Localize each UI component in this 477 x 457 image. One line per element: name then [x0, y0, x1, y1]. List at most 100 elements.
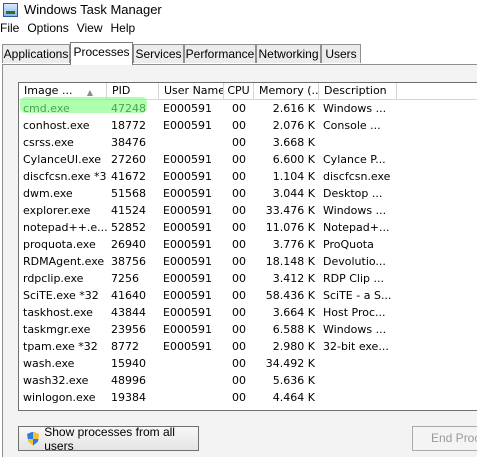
process-pid: 23956 — [111, 323, 146, 336]
menu-bar: File Options View Help — [0, 19, 477, 37]
process-user: E000591 — [163, 119, 212, 132]
process-description: 32-bit exe... — [323, 340, 389, 353]
process-pid: 52852 — [111, 221, 146, 234]
header-image-name[interactable]: Image ... ▲ — [19, 83, 107, 99]
table-row[interactable]: RDMAgent.exe 38756 E000591 00 18.148 K Devolu… — [19, 253, 477, 270]
process-description — [319, 389, 397, 406]
table-row[interactable]: rdpclip.exe 7256 E000591 00 3.412 K RDP Clip … — [19, 270, 477, 287]
table-row[interactable]: taskhost.exe 43844 E000591 00 3.664 K Host Pr… — [19, 304, 477, 321]
menu-help[interactable]: Help — [111, 21, 144, 35]
table-row[interactable]: notepad++.e... 52852 E000591 00 11.076 K Note… — [19, 219, 477, 236]
process-name: wash32.exe — [23, 374, 89, 387]
title-bar: Windows Task Manager — [0, 0, 477, 19]
table-row[interactable]: conhost.exe 18772 E000591 00 2.076 K Console … — [19, 117, 477, 134]
process-memory: 4.464 K — [272, 391, 315, 404]
process-user: E000591 — [163, 289, 212, 302]
process-pid: 41524 — [111, 204, 146, 217]
process-memory: 58.436 K — [265, 289, 315, 302]
process-description — [319, 372, 397, 389]
table-row[interactable]: SciTE.exe *32 41640 E000591 00 58.436 K SciTE… — [19, 287, 477, 304]
process-pid: 41640 — [111, 289, 146, 302]
process-user — [159, 134, 224, 151]
process-name: taskhost.exe — [23, 306, 93, 319]
header-memory[interactable]: Memory (... — [254, 83, 319, 99]
tab-networking[interactable]: Networking — [256, 44, 321, 63]
process-memory: 5.636 K — [272, 374, 315, 387]
header-description[interactable]: Description — [319, 83, 397, 99]
process-user: E000591 — [163, 187, 212, 200]
tab-processes[interactable]: Processes — [70, 42, 133, 65]
table-row[interactable]: dwm.exe 51568 E000591 00 3.044 K Desktop ... — [19, 185, 477, 202]
menu-view[interactable]: View — [77, 21, 111, 35]
process-pid: 27260 — [111, 153, 146, 166]
process-cpu: 00 — [232, 238, 246, 251]
process-pid: 47248 — [111, 102, 146, 115]
process-pid: 41672 — [111, 170, 146, 183]
process-name: wash.exe — [23, 357, 75, 370]
process-cpu: 00 — [232, 391, 246, 404]
table-row[interactable]: winlogon.exe 19384 00 4.464 K — [19, 389, 477, 406]
process-description: Cylance P... — [323, 153, 386, 166]
process-user: E000591 — [163, 255, 212, 268]
tab-applications[interactable]: Applications — [2, 44, 70, 63]
process-name: winlogon.exe — [23, 391, 96, 404]
header-pid[interactable]: PID — [107, 83, 159, 99]
table-row[interactable]: cmd.exe 47248 E000591 00 2.616 K Windows ... — [19, 100, 477, 117]
process-description: Host Proc... — [323, 306, 386, 319]
process-list[interactable]: Image ... ▲ PID User Name CPU Memory (..… — [18, 82, 477, 411]
process-description — [319, 134, 397, 151]
table-row[interactable]: tpam.exe *32 8772 E000591 00 2.980 K 32-bit e… — [19, 338, 477, 355]
menu-options[interactable]: Options — [27, 21, 76, 35]
table-row[interactable]: explorer.exe 41524 E000591 00 33.476 K Window… — [19, 202, 477, 219]
process-description: RDP Clip ... — [323, 272, 385, 285]
process-rows: cmd.exe 47248 E000591 00 2.616 K Windows ... … — [19, 100, 477, 406]
sort-up-icon: ▲ — [86, 88, 93, 97]
header-image-name-label: Image ... — [24, 84, 73, 97]
table-row[interactable]: taskmgr.exe 23956 E000591 00 6.588 K Windows … — [19, 321, 477, 338]
process-cpu: 00 — [232, 204, 246, 217]
window-title: Windows Task Manager — [24, 2, 162, 17]
process-cpu: 00 — [232, 136, 246, 149]
process-user: E000591 — [163, 153, 212, 166]
table-row[interactable]: proquota.exe 26940 E000591 00 3.776 K ProQuot… — [19, 236, 477, 253]
process-description: Windows ... — [323, 204, 387, 217]
end-process-button[interactable]: End Proce — [412, 426, 477, 451]
uac-shield-icon — [27, 431, 40, 446]
process-description: Windows ... — [323, 323, 387, 336]
table-row[interactable]: wash.exe 15940 00 34.492 K — [19, 355, 477, 372]
process-pid: 38476 — [111, 136, 146, 149]
table-row[interactable]: wash32.exe 48996 00 5.636 K — [19, 372, 477, 389]
process-pid: 51568 — [111, 187, 146, 200]
menu-file[interactable]: File — [0, 21, 27, 35]
show-processes-from-all-users-button[interactable]: Show processes from all users — [18, 425, 199, 453]
process-name: RDMAgent.exe — [23, 255, 105, 268]
process-pid: 8772 — [111, 340, 139, 353]
table-row[interactable]: csrss.exe 38476 00 3.668 K — [19, 134, 477, 151]
process-description: Console ... — [323, 119, 381, 132]
table-row[interactable]: discfcsn.exe *32 41672 E000591 00 1.104 K dis… — [19, 168, 477, 185]
header-user-name[interactable]: User Name — [159, 83, 224, 99]
process-name: csrss.exe — [23, 136, 74, 149]
process-description: Windows ... — [323, 102, 387, 115]
table-row[interactable]: CylanceUI.exe 27260 E000591 00 6.600 K Cylanc… — [19, 151, 477, 168]
process-user — [159, 372, 224, 389]
process-memory: 33.476 K — [265, 204, 315, 217]
tab-services[interactable]: Services — [133, 44, 184, 63]
process-user: E000591 — [163, 323, 212, 336]
process-pid: 18772 — [111, 119, 146, 132]
process-description — [319, 355, 397, 372]
process-name: dwm.exe — [23, 187, 73, 200]
process-memory: 11.076 K — [265, 221, 315, 234]
process-cpu: 00 — [232, 289, 246, 302]
tab-users[interactable]: Users — [321, 44, 361, 63]
process-pid: 38756 — [111, 255, 146, 268]
process-cpu: 00 — [232, 323, 246, 336]
header-cpu[interactable]: CPU — [224, 83, 254, 99]
tab-performance[interactable]: Performance — [184, 44, 256, 63]
process-name: CylanceUI.exe — [23, 153, 102, 166]
process-memory: 2.980 K — [272, 340, 315, 353]
process-user: E000591 — [163, 102, 212, 115]
process-user: E000591 — [163, 340, 212, 353]
process-memory: 3.776 K — [272, 238, 315, 251]
process-memory: 1.104 K — [272, 170, 315, 183]
